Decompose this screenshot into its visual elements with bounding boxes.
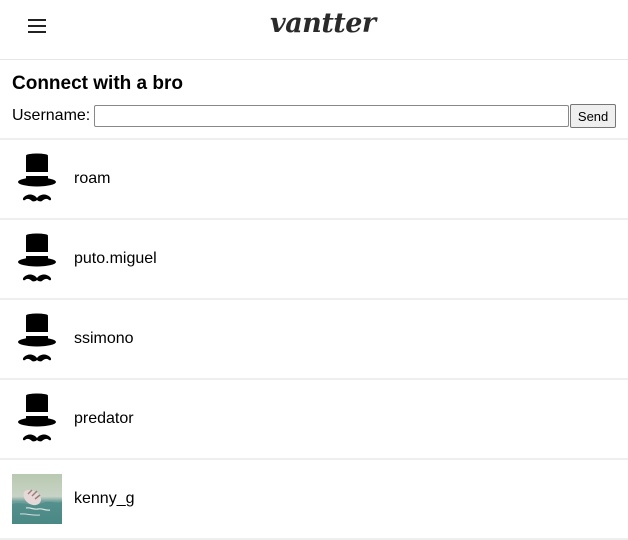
- bro-username: ssimono: [74, 330, 134, 347]
- top-bar: vantter: [0, 0, 628, 60]
- bro-row[interactable]: puto.miguel: [0, 220, 628, 300]
- bro-row[interactable]: predator: [0, 380, 628, 460]
- bro-row[interactable]: ssimono: [0, 300, 628, 380]
- top-hat-mustache-icon: [12, 233, 62, 284]
- username-label: Username:: [12, 107, 91, 124]
- photo-avatar: [12, 474, 62, 524]
- top-hat-mustache-icon: [12, 393, 62, 444]
- connect-title: Connect with a bro: [12, 73, 183, 94]
- username-input[interactable]: [94, 105, 570, 127]
- bro-username: predator: [74, 410, 134, 427]
- connect-section: Connect with a bro Username: Send: [0, 60, 628, 128]
- bro-username: puto.miguel: [74, 250, 157, 267]
- bro-username: roam: [74, 170, 111, 187]
- hamburger-menu-icon[interactable]: [28, 17, 48, 35]
- bro-row[interactable]: kenny_g: [0, 460, 628, 540]
- send-button[interactable]: Send: [570, 104, 616, 128]
- top-hat-mustache-icon: [12, 313, 62, 364]
- connect-form: Username: Send: [12, 104, 616, 128]
- bro-list: roam puto.miguel ssimono predator kenny_…: [0, 138, 628, 540]
- top-hat-mustache-icon: [12, 153, 62, 204]
- app-logo[interactable]: vantter: [270, 8, 376, 39]
- bro-username: kenny_g: [74, 490, 135, 507]
- bro-row[interactable]: roam: [0, 140, 628, 220]
